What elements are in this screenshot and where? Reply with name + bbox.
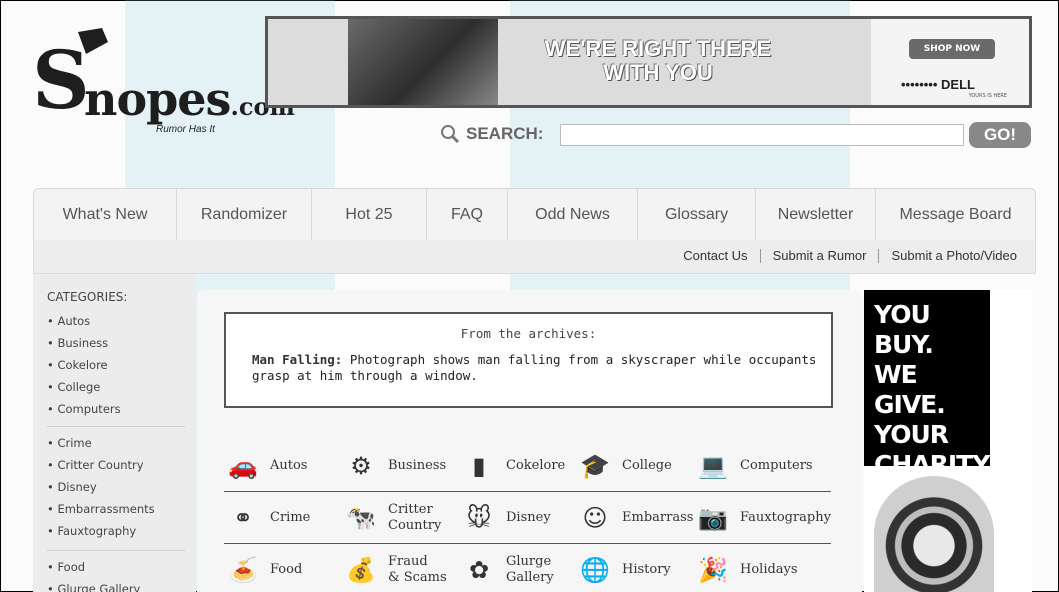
search-label: SEARCH: bbox=[440, 124, 543, 144]
sidebar-item-crime[interactable]: Crime bbox=[47, 432, 155, 454]
category-college[interactable]: 🎓 College bbox=[576, 440, 672, 492]
glurge-icon: ✿ bbox=[468, 556, 490, 584]
party-icon: 🎉 bbox=[698, 556, 728, 584]
dell-tagline: YOURS IS HERE bbox=[968, 93, 1007, 99]
search-input[interactable] bbox=[560, 124, 964, 146]
globe-icon: 🌐 bbox=[580, 556, 610, 584]
business-icon: ⚙ bbox=[350, 452, 372, 480]
category-grid: 🚗 Autos ⚙ Business ▮ Cokelore 🎓 College … bbox=[224, 440, 831, 592]
category-row: ⚭ Crime 🐄 Critter Country 🐭 Disney ☺ Emba… bbox=[224, 492, 831, 544]
camera-icon: 📷 bbox=[698, 504, 728, 532]
category-holidays[interactable]: 🎉 Holidays bbox=[694, 544, 798, 592]
cow-icon: 🐄 bbox=[346, 504, 376, 532]
category-autos[interactable]: 🚗 Autos bbox=[224, 440, 307, 492]
category-business[interactable]: ⚙ Business bbox=[342, 440, 446, 492]
category-food[interactable]: 🍝 Food bbox=[224, 544, 302, 592]
mouse-icon: 🐭 bbox=[466, 504, 492, 532]
shop-now-button[interactable]: SHOP NOW bbox=[909, 39, 995, 59]
category-computers[interactable]: 💻 Computers bbox=[694, 440, 813, 492]
sidebar-item-food[interactable]: Food bbox=[47, 556, 140, 578]
charity-ad[interactable]: YOU BUY. WE GIVE. YOUR CHARITY GETS. bbox=[864, 290, 1032, 592]
banner-ad[interactable]: WE'RE RIGHT THERE WITH YOU SHOP NOW ••••… bbox=[265, 16, 1032, 108]
main-nav: What's New Randomizer Hot 25 FAQ Odd New… bbox=[33, 188, 1036, 241]
category-crime[interactable]: ⚭ Crime bbox=[224, 492, 310, 544]
dell-logo: •••••••• DELL bbox=[901, 77, 975, 92]
category-list-2: Crime Critter Country Disney Embarrassme… bbox=[47, 432, 155, 542]
nav-randomizer[interactable]: Randomizer bbox=[177, 189, 312, 241]
subnav-contact-us[interactable]: Contact Us bbox=[683, 248, 747, 263]
categories-sidebar: CATEGORIES: Autos Business Cokelore Coll… bbox=[33, 274, 196, 592]
sidebar-divider bbox=[47, 426, 185, 427]
soda-can-icon: ▮ bbox=[472, 452, 486, 480]
category-fauxtography[interactable]: 📷 Fauxtography bbox=[694, 492, 831, 544]
archives-title: From the archives: bbox=[460, 326, 597, 341]
sidebar-item-disney[interactable]: Disney bbox=[47, 476, 155, 498]
nav-whats-new[interactable]: What's New bbox=[34, 189, 177, 241]
car-icon: 🚗 bbox=[228, 452, 258, 480]
subnav-bar: Contact Us Submit a Rumor Submit a Photo… bbox=[33, 240, 1036, 274]
nav-message-board[interactable]: Message Board bbox=[876, 189, 1035, 241]
category-critter-country[interactable]: 🐄 Critter Country bbox=[342, 492, 441, 544]
site-logo[interactable]: S nopes.com Rumor Has It bbox=[32, 28, 295, 135]
nav-newsletter[interactable]: Newsletter bbox=[756, 189, 876, 241]
computer-icon: 💻 bbox=[698, 452, 728, 480]
blushing-face-icon: ☺ bbox=[582, 504, 608, 532]
category-cokelore[interactable]: ▮ Cokelore bbox=[460, 440, 565, 492]
nav-hot-25[interactable]: Hot 25 bbox=[312, 189, 427, 241]
subnav-submit-rumor[interactable]: Submit a Rumor bbox=[773, 248, 867, 263]
category-list-1: Autos Business Cokelore College Computer… bbox=[47, 310, 121, 420]
subnav-submit-photo[interactable]: Submit a Photo/Video bbox=[891, 248, 1017, 263]
subnav-divider bbox=[878, 248, 880, 263]
nav-faq[interactable]: FAQ bbox=[427, 189, 508, 241]
category-row: 🚗 Autos ⚙ Business ▮ Cokelore 🎓 College … bbox=[224, 440, 831, 492]
subnav-divider bbox=[759, 248, 761, 263]
logo-name: nopes.com bbox=[84, 72, 295, 126]
category-row: 🍝 Food 💰 Fraud & Scams ✿ Glurge Gallery 🌐 … bbox=[224, 544, 831, 592]
categories-title: CATEGORIES: bbox=[47, 290, 128, 304]
archives-body: Man Falling: Photograph shows man fallin… bbox=[252, 352, 822, 384]
logo-tagline: Rumor Has It bbox=[156, 124, 215, 135]
sidebar-item-critter-country[interactable]: Critter Country bbox=[47, 454, 155, 476]
sidebar-item-fauxtography[interactable]: Fauxtography bbox=[47, 520, 155, 542]
nav-odd-news[interactable]: Odd News bbox=[508, 189, 638, 241]
sidebar-item-college[interactable]: College bbox=[47, 376, 121, 398]
charity-ad-text: YOU BUY. WE GIVE. YOUR CHARITY GETS. bbox=[864, 290, 990, 509]
sidebar-item-autos[interactable]: Autos bbox=[47, 310, 121, 332]
sidebar-divider bbox=[47, 550, 185, 551]
money-bag-icon: 💰 bbox=[346, 556, 376, 584]
go-button[interactable]: GO! bbox=[969, 122, 1031, 148]
banner-headline: WE'RE RIGHT THERE WITH YOU bbox=[544, 36, 772, 85]
sidebar-item-embarrassments[interactable]: Embarrassments bbox=[47, 498, 154, 520]
category-fraud-scams[interactable]: 💰 Fraud & Scams bbox=[342, 544, 447, 592]
sidebar-item-cokelore[interactable]: Cokelore bbox=[47, 354, 121, 376]
watch-image bbox=[874, 476, 994, 592]
handcuffs-icon: ⚭ bbox=[232, 504, 254, 532]
archives-headline-link[interactable]: Man Falling: bbox=[252, 352, 342, 367]
food-plate-icon: 🍝 bbox=[228, 556, 258, 584]
logo-s: S bbox=[32, 33, 90, 127]
nav-glossary[interactable]: Glossary bbox=[638, 189, 756, 241]
sidebar-item-glurge-gallery[interactable]: Glurge Gallery bbox=[47, 578, 140, 592]
archives-box: From the archives: Man Falling: Photogra… bbox=[224, 312, 833, 408]
subnav: Contact Us Submit a Rumor Submit a Photo… bbox=[683, 248, 1017, 263]
graduation-cap-icon: 🎓 bbox=[580, 452, 610, 480]
category-disney[interactable]: 🐭 Disney bbox=[460, 492, 550, 544]
magnifier-icon bbox=[441, 125, 460, 144]
category-list-3: Food Glurge Gallery bbox=[47, 556, 140, 592]
sidebar-item-computers[interactable]: Computers bbox=[47, 398, 120, 420]
category-embarrass[interactable]: ☺ Embarrass bbox=[576, 492, 693, 544]
category-glurge-gallery[interactable]: ✿ Glurge Gallery bbox=[460, 544, 554, 592]
sidebar-item-business[interactable]: Business bbox=[47, 332, 121, 354]
category-history[interactable]: 🌐 History bbox=[576, 544, 671, 592]
banner-photo bbox=[348, 19, 498, 105]
banner-side: SHOP NOW •••••••• DELL YOURS IS HERE bbox=[871, 19, 1029, 105]
